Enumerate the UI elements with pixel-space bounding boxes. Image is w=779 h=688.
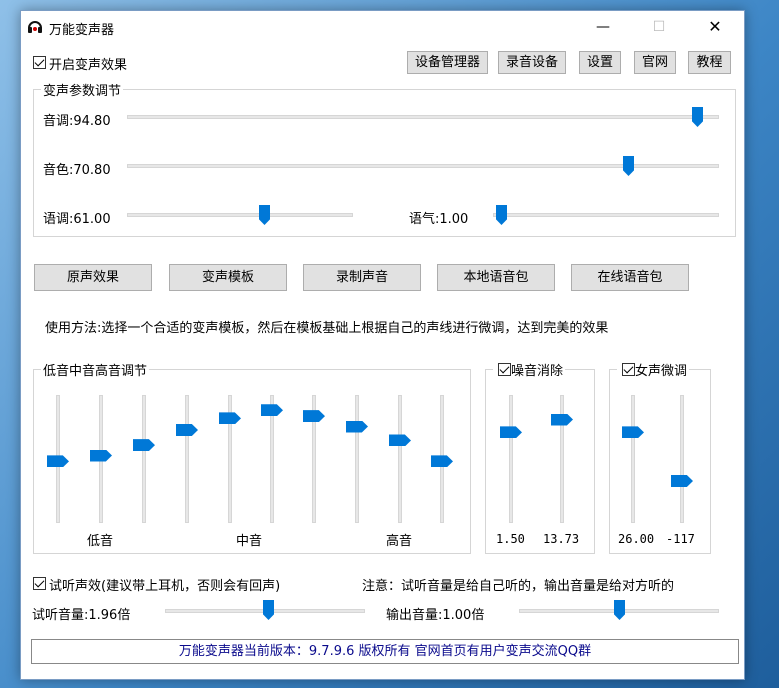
- maximize-button[interactable]: ☐: [636, 11, 682, 43]
- intonation-label: 语调:61.00: [43, 212, 111, 227]
- minimize-button[interactable]: —: [580, 11, 626, 43]
- local-voice-pack-button[interactable]: 本地语音包: [437, 264, 555, 291]
- female-value-1: 26.00: [618, 532, 655, 546]
- usage-instructions: 使用方法:选择一个合适的变声模板，然后在模板基础上根据自己的声线进行微调，达到完…: [45, 321, 609, 336]
- settings-button[interactable]: 设置: [579, 51, 621, 74]
- listen-volume-thumb[interactable]: [263, 600, 274, 620]
- female-tune-checkbox[interactable]: [622, 363, 635, 376]
- eq-group-title: 低音中音高音调节: [41, 360, 150, 379]
- listen-volume-label: 试听音量:1.96倍: [32, 608, 131, 623]
- pitch-label: 音调:94.80: [43, 114, 111, 129]
- eq-slider-track-8[interactable]: [355, 395, 359, 523]
- website-button[interactable]: 官网: [634, 51, 676, 74]
- close-button[interactable]: ✕: [692, 11, 738, 43]
- female-slider-track-1[interactable]: [631, 395, 635, 523]
- enable-effect-checkbox[interactable]: [33, 56, 46, 69]
- main-window: 万能变声器 — ☐ ✕ 开启变声效果 设备管理器 录音设备 设置 官网 教程 变…: [20, 10, 745, 680]
- noise-slider-track-1[interactable]: [509, 395, 513, 523]
- monitor-label: 试听声效(建议带上耳机，否则会有回声): [49, 579, 281, 594]
- noise-value-1: 1.50: [496, 532, 525, 546]
- female-value-2: -117: [666, 532, 695, 546]
- noise-value-2: 13.73: [543, 532, 580, 546]
- noise-group: [485, 369, 595, 554]
- noise-reduction-checkbox[interactable]: [498, 363, 511, 376]
- voice-template-button[interactable]: 变声模板: [169, 264, 287, 291]
- window-title: 万能变声器: [49, 23, 115, 38]
- enable-effect-label: 开启变声效果: [49, 58, 128, 73]
- tutorial-button[interactable]: 教程: [688, 51, 731, 74]
- eq-treble-label: 高音: [386, 534, 413, 549]
- headphones-icon: [28, 21, 42, 33]
- status-bar: 万能变声器当前版本：9.7.9.6 版权所有 官网首页有用户变声交流QQ群: [31, 639, 739, 664]
- eq-slider-track-3[interactable]: [142, 395, 146, 523]
- timbre-label: 音色:70.80: [43, 163, 111, 178]
- output-volume-label: 输出音量:1.00倍: [386, 608, 485, 623]
- intonation-slider-track[interactable]: [127, 213, 353, 217]
- female-slider-track-2[interactable]: [680, 395, 684, 523]
- record-device-button[interactable]: 录音设备: [498, 51, 566, 74]
- pitch-slider-track[interactable]: [127, 115, 719, 119]
- title-bar: 万能变声器 — ☐ ✕: [21, 11, 744, 43]
- eq-slider-track-4[interactable]: [185, 395, 189, 523]
- monitor-checkbox[interactable]: [33, 577, 46, 590]
- online-voice-pack-button[interactable]: 在线语音包: [571, 264, 689, 291]
- tone-slider-track[interactable]: [493, 213, 719, 217]
- eq-mid-label: 中音: [236, 534, 263, 549]
- female-group: [609, 369, 711, 554]
- eq-slider-track-9[interactable]: [398, 395, 402, 523]
- device-manager-button[interactable]: 设备管理器: [407, 51, 488, 74]
- record-voice-button[interactable]: 录制声音: [303, 264, 421, 291]
- monitor-note: 注意：试听音量是给自己听的，输出音量是给对方听的: [362, 579, 675, 594]
- params-group-title: 变声参数调节: [41, 80, 124, 99]
- tone-label: 语气:1.00: [409, 212, 469, 227]
- eq-bass-label: 低音: [87, 534, 114, 549]
- output-volume-thumb[interactable]: [614, 600, 625, 620]
- original-voice-button[interactable]: 原声效果: [34, 264, 152, 291]
